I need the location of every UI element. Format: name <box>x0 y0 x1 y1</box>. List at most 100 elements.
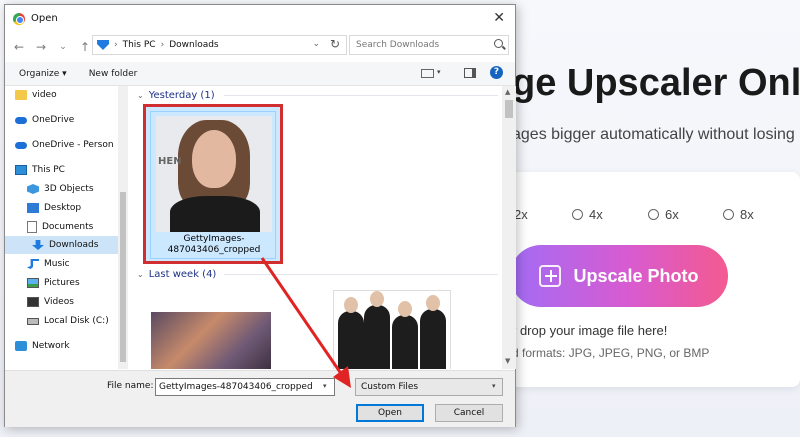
group-label: Last week (4) <box>148 268 217 280</box>
sidebar-item-label: Network <box>32 341 70 351</box>
breadcrumb-this-pc[interactable]: This PC <box>123 40 156 50</box>
sidebar-item-label: video <box>32 90 57 100</box>
up-icon[interactable]: ↑ <box>77 40 93 54</box>
thumbnail-body <box>170 196 260 232</box>
sidebar-item-label: OneDrive <box>32 115 75 125</box>
file-list: ⌄ Yesterday (1) HEN GettyImages-48704340… <box>129 86 502 369</box>
sidebar-item-label: Documents <box>42 222 94 232</box>
sidebar-item-label: 3D Objects <box>44 184 94 194</box>
back-icon[interactable]: ← <box>11 40 27 54</box>
forward-icon[interactable]: → <box>33 40 49 54</box>
navigation-bar: ← → ⌄ ↑ › This PC › Downloads ⌄ ↻ Search… <box>5 33 515 61</box>
chevron-down-icon[interactable]: ▾ <box>492 382 496 390</box>
sidebar-item-music[interactable]: Music <box>27 255 128 273</box>
selected-file-tile[interactable]: HEN GettyImages-487043406_cropped <box>143 104 283 264</box>
desktop-icon <box>27 203 39 213</box>
group-header-last-week[interactable]: ⌄ Last week (4) <box>137 267 216 281</box>
radio-icon <box>572 209 583 220</box>
navigation-pane: video OneDrive OneDrive - Person This PC… <box>5 86 128 369</box>
folder-icon <box>15 90 27 100</box>
scale-option-label: 6x <box>665 207 679 222</box>
chevron-down-icon: ⌄ <box>137 90 144 100</box>
thumbnail-person <box>420 295 446 369</box>
scale-option-label: 2x <box>514 207 528 222</box>
open-file-dialog: Open ✕ ← → ⌄ ↑ › This PC › Downloads ⌄ ↻… <box>4 4 516 427</box>
file-list-scroll-thumb[interactable] <box>505 100 513 118</box>
sidebar-item-this-pc[interactable]: This PC <box>15 161 123 179</box>
sidebar-item-onedrive[interactable]: OneDrive <box>15 111 123 129</box>
sidebar-item-documents[interactable]: Documents <box>27 218 128 236</box>
scale-option-4x[interactable]: 4x <box>572 207 603 222</box>
group-divider <box>224 274 498 275</box>
recent-locations-icon[interactable]: ⌄ <box>55 42 71 52</box>
sidebar-item-label: This PC <box>32 165 65 175</box>
file-name-field-label: File name: <box>107 381 154 391</box>
sidebar-item-local-disk[interactable]: Local Disk (C:) <box>27 312 128 330</box>
scale-option-8x[interactable]: 8x <box>723 207 754 222</box>
sidebar-item-label: Music <box>44 259 70 269</box>
search-input[interactable]: Search Downloads <box>349 35 509 55</box>
help-icon[interactable]: ? <box>490 66 503 79</box>
add-image-icon <box>539 265 562 287</box>
sidebar-item-video[interactable]: video <box>15 86 123 104</box>
chevron-down-icon[interactable]: ⌄ <box>312 39 320 49</box>
chevron-down-icon[interactable]: ▾ <box>323 382 327 390</box>
scale-option-6x[interactable]: 6x <box>648 207 679 222</box>
file-type-select[interactable]: Custom Files <box>355 378 503 396</box>
organize-menu[interactable]: Organize ▾ <box>19 69 67 79</box>
file-thumbnail[interactable] <box>333 290 451 369</box>
downloads-folder-icon <box>97 40 109 50</box>
scale-option-2x[interactable]: 2x <box>514 207 528 222</box>
thumbnail-backdrop-text: HEN <box>158 156 182 167</box>
preview-pane-icon[interactable] <box>464 68 476 78</box>
disk-icon <box>27 317 39 325</box>
downloads-icon <box>32 240 44 250</box>
dialog-titlebar[interactable]: Open ✕ <box>5 5 515 32</box>
sidebar-item-onedrive-personal[interactable]: OneDrive - Person <box>15 136 123 154</box>
thumbnail-person <box>392 301 418 369</box>
chevron-down-icon[interactable]: ▾ <box>437 68 441 76</box>
close-icon[interactable]: ✕ <box>493 10 505 26</box>
cancel-button[interactable]: Cancel <box>435 404 503 422</box>
thumbnail-person <box>338 297 364 369</box>
file-thumbnail[interactable] <box>151 312 271 369</box>
sidebar-scroll-thumb[interactable] <box>120 192 126 362</box>
sidebar-item-desktop[interactable]: Desktop <box>27 199 128 217</box>
group-label: Yesterday (1) <box>148 89 215 101</box>
sidebar-item-label: Videos <box>44 297 74 307</box>
search-placeholder: Search Downloads <box>356 40 440 50</box>
file-name-field[interactable]: GettyImages-487043406_cropped <box>155 378 335 396</box>
sidebar-item-3d-objects[interactable]: 3D Objects <box>27 180 128 198</box>
refresh-icon[interactable]: ↻ <box>330 37 340 51</box>
sidebar-item-network[interactable]: Network <box>15 337 123 355</box>
view-options-icon[interactable] <box>421 69 434 78</box>
file-list-scrollbar[interactable] <box>502 86 516 369</box>
thumbnail-face <box>192 130 236 188</box>
group-divider <box>224 95 498 96</box>
new-folder-button[interactable]: New folder <box>89 69 138 79</box>
search-icon <box>494 39 503 48</box>
scroll-up-icon[interactable]: ▲ <box>505 88 510 96</box>
radio-icon <box>723 209 734 220</box>
sidebar-item-videos[interactable]: Videos <box>27 293 128 311</box>
documents-icon <box>27 221 37 233</box>
scale-option-label: 4x <box>589 207 603 222</box>
chevron-right-icon: › <box>160 40 165 50</box>
drop-hint: r drop your image file here! <box>512 323 668 338</box>
address-bar[interactable]: › This PC › Downloads ⌄ ↻ <box>92 35 347 55</box>
chevron-right-icon: › <box>114 40 118 50</box>
page-heading: ge Upscaler Onl <box>512 62 800 104</box>
group-header-yesterday[interactable]: ⌄ Yesterday (1) <box>137 88 215 102</box>
sidebar-item-pictures[interactable]: Pictures <box>27 274 128 292</box>
chrome-icon <box>13 12 25 25</box>
sidebar-item-label: OneDrive - Person <box>32 140 114 150</box>
scroll-down-icon[interactable]: ▼ <box>505 357 510 365</box>
breadcrumb-downloads[interactable]: Downloads <box>169 40 218 50</box>
music-icon <box>27 259 39 269</box>
open-button[interactable]: Open <box>356 404 424 422</box>
file-name-label: GettyImages-487043406_cropped <box>167 234 261 255</box>
radio-icon <box>648 209 659 220</box>
upscale-photo-button[interactable]: Upscale Photo <box>510 245 728 307</box>
sidebar-item-downloads[interactable]: Downloads <box>5 236 121 254</box>
pictures-icon <box>27 278 39 288</box>
